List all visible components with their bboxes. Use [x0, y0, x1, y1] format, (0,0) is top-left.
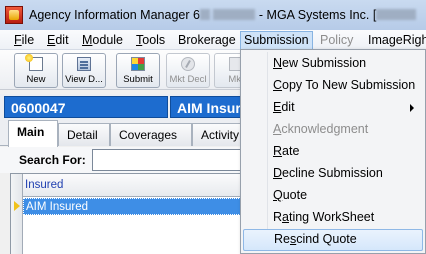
tab-coverages[interactable]: Coverages	[110, 123, 192, 146]
menu-module-label: odule	[92, 33, 124, 47]
new-button-label: New	[26, 74, 46, 85]
menu-policy[interactable]: Policy	[317, 32, 356, 49]
menu-item-rate[interactable]: Rate	[243, 141, 423, 163]
title-bar: Agency Information Manager 6 - MGA Syste…	[0, 0, 426, 30]
menu-tools-label: ools	[142, 33, 166, 47]
row-header	[11, 174, 23, 254]
menu-file[interactable]: File	[11, 32, 37, 49]
mkt-decl-button[interactable]: Mkt Decl	[166, 53, 210, 88]
menu-brokerage-label: Brokerage	[178, 33, 236, 47]
menu-policy-label: Policy	[320, 33, 354, 47]
redacted-text	[213, 9, 256, 20]
menu-bar: File Edit Module Tools Brokerage Submiss…	[0, 30, 426, 50]
table-row[interactable]: AIM Insured	[23, 198, 245, 215]
menu-item-edit[interactable]: Edit	[243, 97, 423, 119]
decline-icon	[181, 57, 195, 71]
view-document-label: View D...	[65, 74, 103, 85]
window-title-end: - MGA Systems Inc. [	[258, 8, 377, 22]
tab-main[interactable]: Main	[8, 120, 58, 147]
view-document-icon	[77, 57, 91, 71]
submit-icon	[131, 57, 145, 71]
grid-header: Insured	[23, 174, 245, 197]
redacted-text	[199, 9, 210, 20]
menu-tools[interactable]: Tools	[133, 32, 168, 49]
new-document-icon	[25, 54, 43, 71]
column-header-insured[interactable]: Insured	[23, 174, 241, 197]
menu-imageright-label: ImageRight	[368, 33, 426, 47]
menu-item-copy-to-new-submission[interactable]: Copy To New Submission	[243, 75, 423, 97]
menu-submission-label: Submission	[244, 33, 309, 47]
submenu-arrow-icon	[410, 104, 414, 112]
submit-button-label: Submit	[123, 74, 153, 85]
window-title: Agency Information Manager 6 - MGA Syste…	[29, 8, 417, 22]
menu-brokerage[interactable]: Brokerage	[175, 32, 239, 49]
menu-item-new-submission[interactable]: New Submission	[243, 53, 423, 75]
current-row-arrow-icon	[14, 201, 20, 211]
mkt-decl-label: Mkt Decl	[169, 74, 207, 85]
menu-module[interactable]: Module	[79, 32, 126, 49]
menu-edit[interactable]: Edit	[44, 32, 72, 49]
submission-menu: New Submission Copy To New Submission Ed…	[240, 49, 426, 254]
menu-edit-label: dit	[55, 33, 69, 47]
menu-item-rescind-quote[interactable]: Rescind Quote	[243, 229, 423, 251]
redacted-text	[376, 9, 417, 20]
app-icon	[5, 6, 23, 24]
submit-button[interactable]: Submit	[116, 53, 160, 88]
search-label: Search For:	[19, 153, 86, 167]
menu-item-decline-submission[interactable]: Decline Submission	[243, 163, 423, 185]
view-document-button[interactable]: View D...	[62, 53, 106, 88]
tab-detail[interactable]: Detail	[58, 123, 110, 146]
menu-file-label: ile	[21, 33, 35, 47]
menu-item-acknowledgment[interactable]: Acknowledgment	[243, 119, 423, 141]
menu-submission[interactable]: Submission	[240, 31, 313, 50]
new-button[interactable]: New	[14, 53, 58, 88]
policy-number: 0600047	[4, 96, 168, 118]
window-title-start: Agency Information Manager 6	[29, 8, 200, 22]
menu-item-rating-worksheet[interactable]: Rating WorkSheet	[243, 207, 423, 229]
insured-name: AIM Insured	[170, 96, 250, 118]
menu-item-quote[interactable]: Quote	[243, 185, 423, 207]
menu-imageright[interactable]: ImageRight	[365, 32, 426, 49]
insured-grid: Insured AIM Insured	[10, 173, 245, 254]
